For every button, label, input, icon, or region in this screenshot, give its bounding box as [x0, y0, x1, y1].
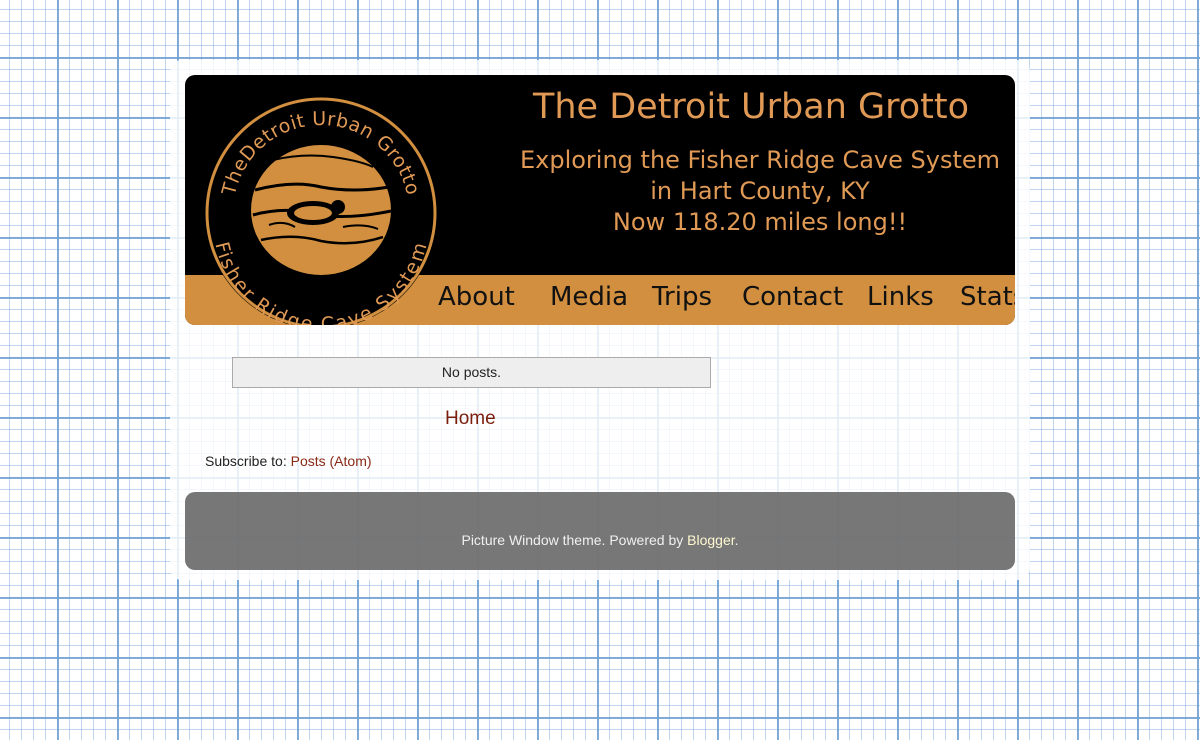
nav-links[interactable]: Links: [867, 282, 934, 312]
tagline-line-2: in Hart County, KY: [650, 177, 870, 205]
nav-about[interactable]: About: [438, 282, 515, 312]
footer-text: Picture Window theme. Powered by: [461, 532, 688, 548]
page-container: About Media Trips Contact Links Stats Th…: [170, 60, 1030, 580]
nav-contact[interactable]: Contact: [742, 282, 843, 312]
posts-atom-link[interactable]: Posts (Atom): [291, 453, 372, 469]
nav-stats[interactable]: Stats: [960, 282, 1015, 312]
subscribe-label: Subscribe to:: [205, 453, 291, 469]
no-posts-message: No posts.: [232, 357, 711, 388]
site-header: About Media Trips Contact Links Stats Th…: [185, 75, 1015, 325]
home-link[interactable]: Home: [445, 408, 496, 430]
subscribe-line: Subscribe to: Posts (Atom): [205, 453, 372, 469]
nav-trips[interactable]: Trips: [652, 282, 712, 312]
footer-suffix: .: [734, 532, 739, 548]
site-tagline: Exploring the Fisher Ridge Cave System i…: [495, 145, 1015, 238]
cave-emblem-icon: [251, 145, 392, 275]
tagline-line-3: Now 118.20 miles long!!: [612, 208, 908, 236]
site-title: The Detroit Urban Grotto: [533, 87, 970, 127]
nav-media[interactable]: Media: [550, 282, 628, 312]
tagline-line-1: Exploring the Fisher Ridge Cave System: [519, 146, 1001, 174]
blogger-link[interactable]: Blogger: [687, 532, 734, 548]
grotto-logo: TheDetroit Urban Grotto Fisher Ridge Cav…: [205, 97, 437, 325]
footer: Picture Window theme. Powered by Blogger…: [185, 492, 1015, 570]
